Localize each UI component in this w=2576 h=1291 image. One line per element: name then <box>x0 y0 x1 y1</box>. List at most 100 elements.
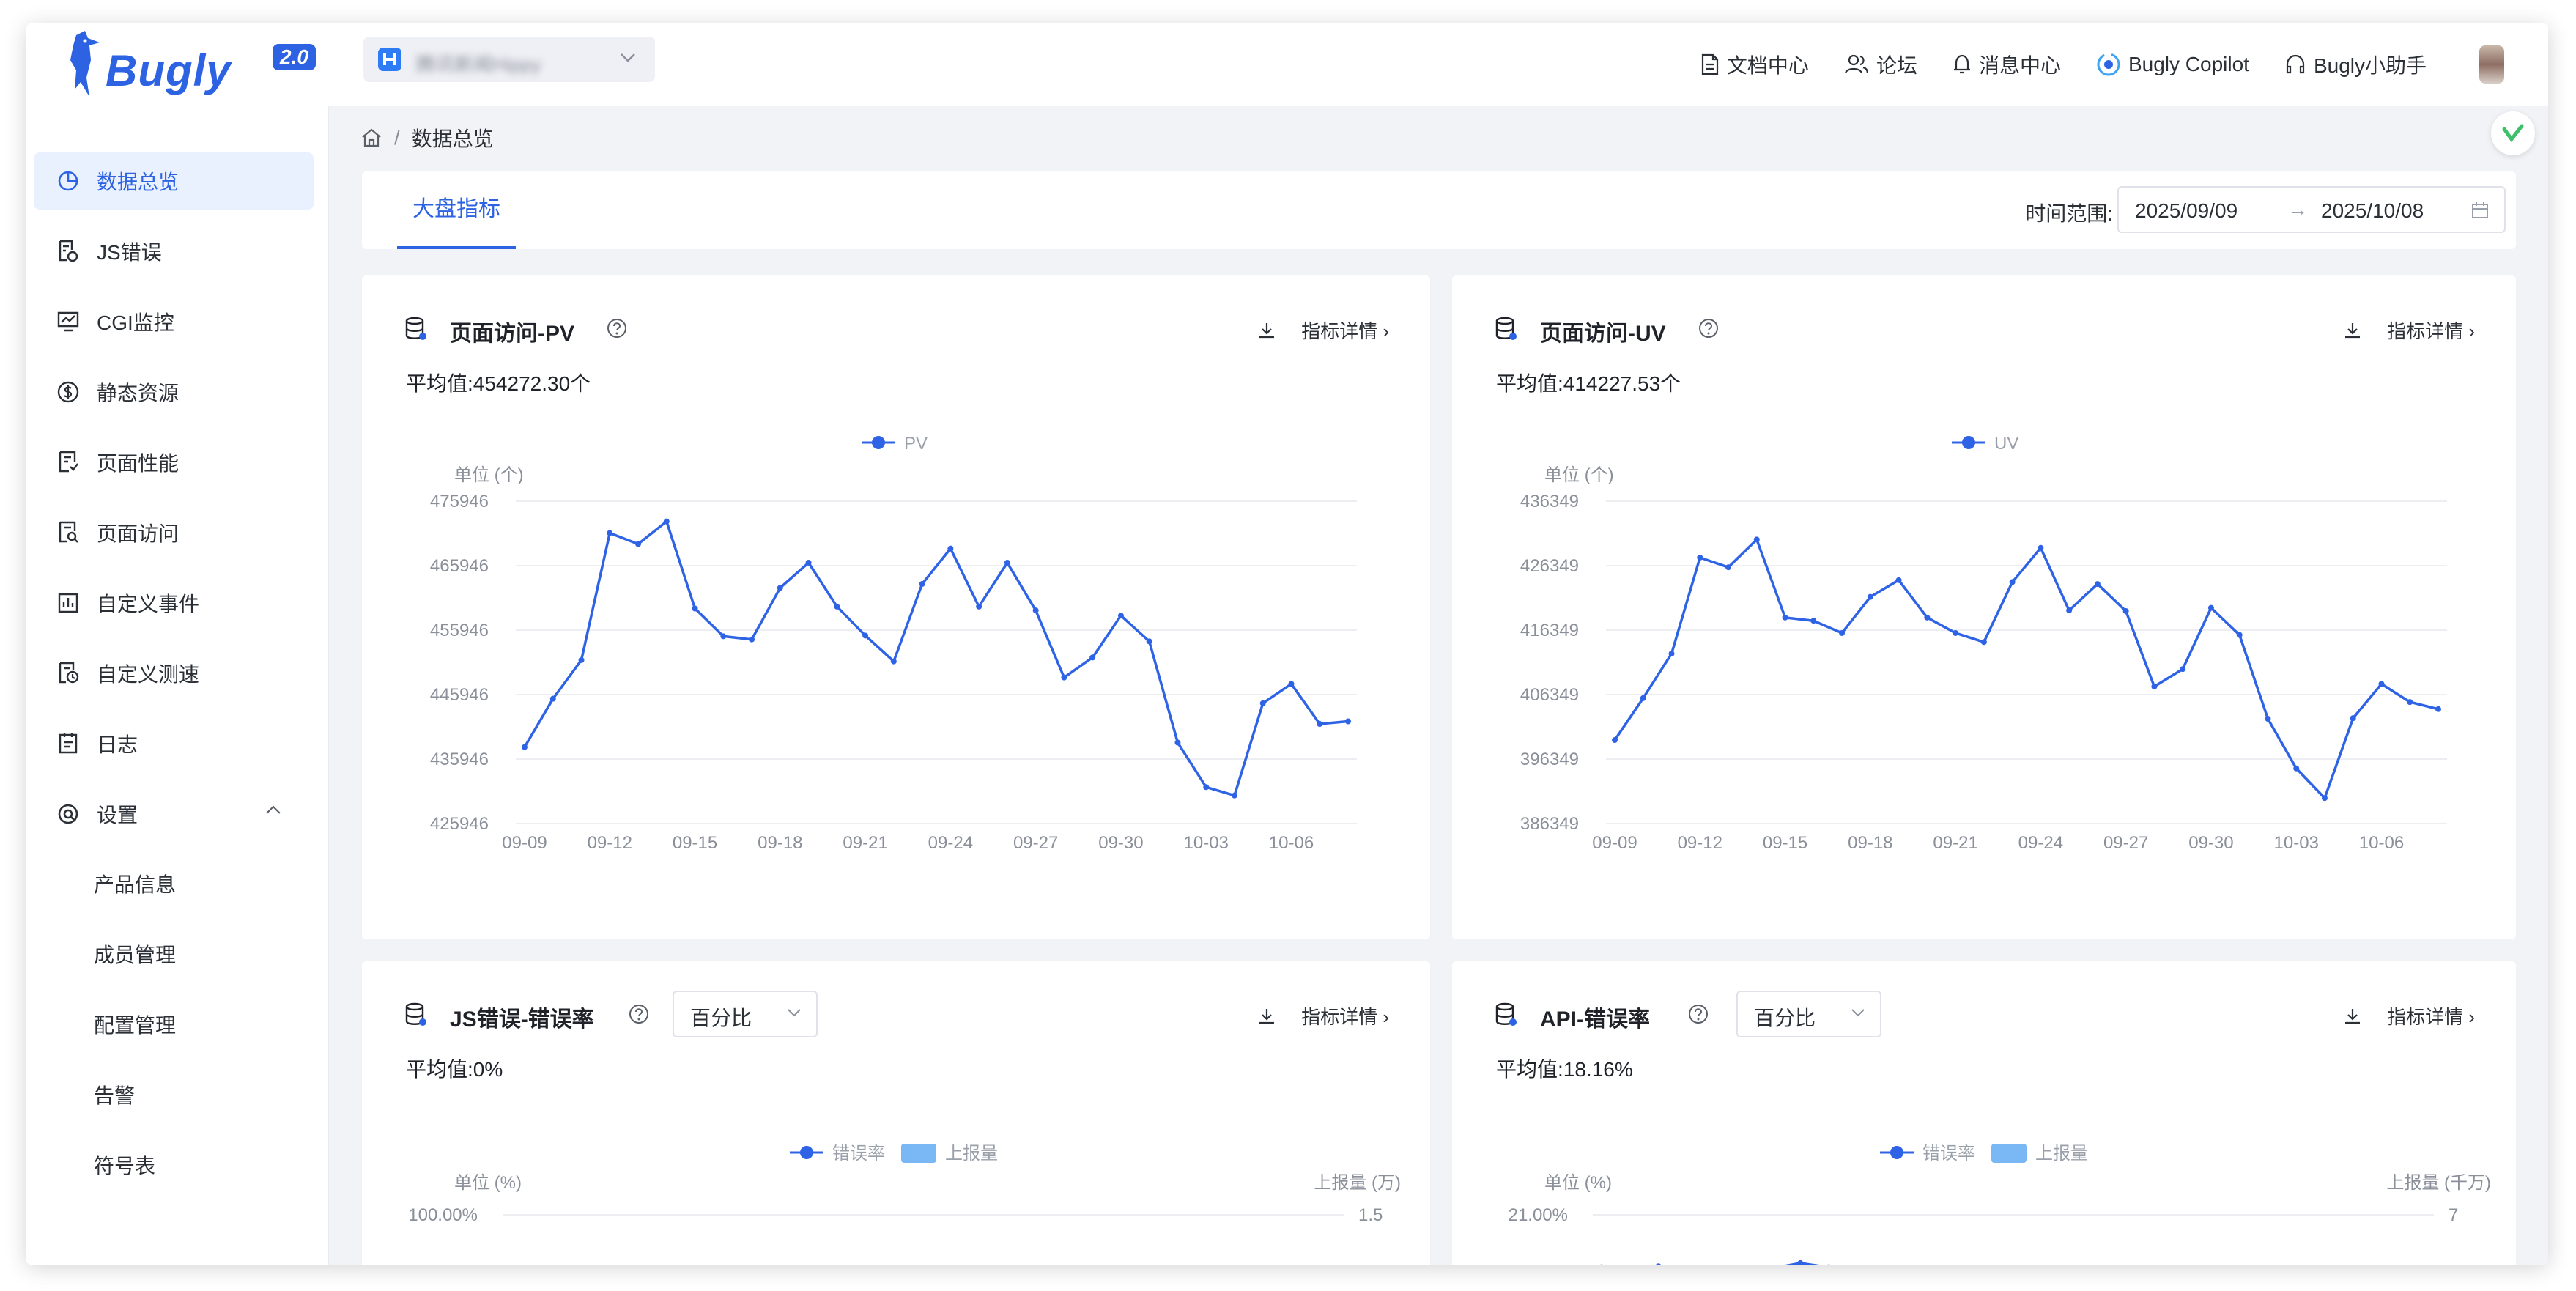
unit-label: 单位 (个) <box>454 465 524 485</box>
sidebar-item-cgi[interactable]: CGI监控 <box>34 293 314 350</box>
messages-label: 消息中心 <box>1978 54 2061 77</box>
page-performance-icon <box>56 450 81 475</box>
sidebar-item-overview[interactable]: 数据总览 <box>34 152 314 210</box>
sidebar-item-log[interactable]: 日志 <box>34 715 314 772</box>
unit-label-right: 上报量 (万) <box>1314 1173 1401 1193</box>
x-tick-label: 09-21 <box>1933 833 1977 853</box>
sidebar-item-label: 设置 <box>97 804 138 826</box>
data-point <box>1895 577 1902 583</box>
data-point <box>1697 554 1703 561</box>
data-point <box>2122 608 2129 615</box>
x-tick-label: 09-09 <box>1592 833 1637 853</box>
time-range-label: 时间范围: <box>2025 202 2113 225</box>
pie-chart-icon <box>56 169 81 193</box>
x-tick-label: 09-24 <box>928 833 973 853</box>
assistant-link[interactable]: Bugly小助手 <box>2284 50 2427 79</box>
x-tick-label: 09-09 <box>502 833 547 853</box>
y-tick-label-left: 100.00% <box>408 1205 478 1225</box>
settings-icon <box>56 802 81 826</box>
data-point <box>1317 721 1323 728</box>
sidebar-subitem-symbols[interactable]: 符号表 <box>94 1150 155 1180</box>
unit-label-right: 上报量 (千万) <box>2386 1173 2491 1193</box>
legend-marker <box>800 1146 813 1159</box>
sidebar-item-custom-speed[interactable]: 自定义测速 <box>34 645 314 702</box>
sidebar-item-performance[interactable]: 页面性能 <box>34 434 314 491</box>
sidebar-item-label: CGI监控 <box>97 311 174 334</box>
x-tick-label: 09-27 <box>1013 833 1058 853</box>
y-tick-label: 386349 <box>1520 814 1579 834</box>
custom-event-icon <box>56 591 81 615</box>
x-tick-label: 09-21 <box>843 833 887 853</box>
data-point <box>1839 629 1846 636</box>
data-point <box>2207 604 2214 611</box>
sidebar-item-label: 自定义事件 <box>97 593 200 615</box>
data-point <box>1656 1263 1661 1265</box>
range-end[interactable]: 2025/10/08 <box>2321 199 2424 223</box>
data-point <box>1288 681 1295 687</box>
custom-speed-icon <box>56 661 81 686</box>
pv-line-chart: PV 单位 (个) 425946 435946 445946 455946 465946 47… <box>430 434 1357 853</box>
data-point <box>749 636 755 643</box>
x-tick-label: 09-18 <box>1848 833 1892 853</box>
top-navigation: 文档中心 论坛 消息中心 Bugly Copilot Bugly小助手 <box>1700 45 2504 84</box>
data-point <box>2009 579 2016 585</box>
docs-link[interactable]: 文档中心 <box>1700 50 1809 79</box>
y-tick-label: 406349 <box>1520 685 1579 705</box>
sidebar-item-static[interactable]: 静态资源 <box>34 363 314 421</box>
date-range-picker[interactable]: 2025/09/09 → 2025/10/08 <box>2117 186 2506 233</box>
messages-link[interactable]: 消息中心 <box>1953 50 2061 79</box>
calendar-icon <box>2472 202 2488 218</box>
y-tick-label: 396349 <box>1520 750 1579 769</box>
card-api-error-rate: API-错误率 百分比 指标详情 › 平均值:18.16% 错误率 上报量 单位 (… <box>1452 961 2516 1265</box>
data-point <box>1797 1259 1804 1265</box>
data-point <box>1725 564 1732 571</box>
y-tick-label: 475946 <box>430 492 489 511</box>
data-point <box>1612 737 1618 744</box>
legend-marker <box>872 436 885 449</box>
sidebar-item-label: 日志 <box>97 733 138 756</box>
data-point <box>2066 607 2073 614</box>
data-point <box>1203 784 1210 791</box>
sidebar-item-label: 静态资源 <box>97 382 179 404</box>
y-tick-label: 416349 <box>1520 621 1579 640</box>
data-point <box>919 581 925 588</box>
tab-dashboard-metrics[interactable]: 大盘指标 <box>397 171 516 249</box>
card-uv: 页面访问-UV 指标详情 › 平均值:414227.53个 UV 单位 (个) 38… <box>1452 275 2516 939</box>
sidebar-subitem-config[interactable]: 配置管理 <box>94 1010 176 1039</box>
sidebar-subitem-alerts[interactable]: 告警 <box>94 1080 135 1109</box>
bugly-logo[interactable]: Bugly 2.0 <box>63 31 316 107</box>
x-tick-label: 09-30 <box>1098 833 1143 853</box>
data-point <box>890 658 897 665</box>
floating-assistant-button[interactable] <box>2491 111 2535 155</box>
sidebar-item-settings[interactable]: 设置 <box>34 785 314 843</box>
sidebar-subitem-members[interactable]: 成员管理 <box>94 939 176 969</box>
y-tick-label: 455946 <box>430 621 489 640</box>
legend-marker <box>1962 436 1975 449</box>
forum-link[interactable]: 论坛 <box>1844 50 1917 79</box>
user-avatar[interactable] <box>2479 45 2504 84</box>
y-tick-label-right: 1.5 <box>1358 1205 1383 1225</box>
data-point <box>2151 683 2158 689</box>
y-tick-label: 445946 <box>430 685 489 705</box>
project-selector[interactable]: 腾讯新闻Hippy <box>363 37 655 82</box>
x-tick-label: 09-30 <box>2188 833 2233 853</box>
users-icon <box>1844 54 1869 74</box>
sidebar-item-visit[interactable]: 页面访问 <box>34 504 314 561</box>
legend-marker <box>1890 1146 1903 1159</box>
sidebar-item-js-error[interactable]: JS错误 <box>34 223 314 280</box>
data-point <box>1953 629 1959 636</box>
y-tick-label: 426349 <box>1520 556 1579 576</box>
data-point <box>1640 695 1646 701</box>
home-icon[interactable] <box>360 127 382 148</box>
project-name: 腾讯新闻Hippy <box>416 53 541 75</box>
legend-label: 上报量 <box>2035 1144 2088 1164</box>
data-point <box>1259 700 1266 706</box>
data-point <box>1032 607 1039 614</box>
top-bar: Bugly 2.0 腾讯新闻Hippy 文档中心 论坛 消息中心 Bugly C… <box>26 23 2548 106</box>
sidebar-item-custom-event[interactable]: 自定义事件 <box>34 574 314 632</box>
copilot-link[interactable]: Bugly Copilot <box>2096 52 2249 77</box>
range-start[interactable]: 2025/09/09 <box>2135 199 2238 223</box>
y-tick-label-left: 21.00% <box>1509 1205 1568 1225</box>
sidebar-subitem-product-info[interactable]: 产品信息 <box>94 869 176 898</box>
assistant-label: Bugly小助手 <box>2313 54 2427 77</box>
